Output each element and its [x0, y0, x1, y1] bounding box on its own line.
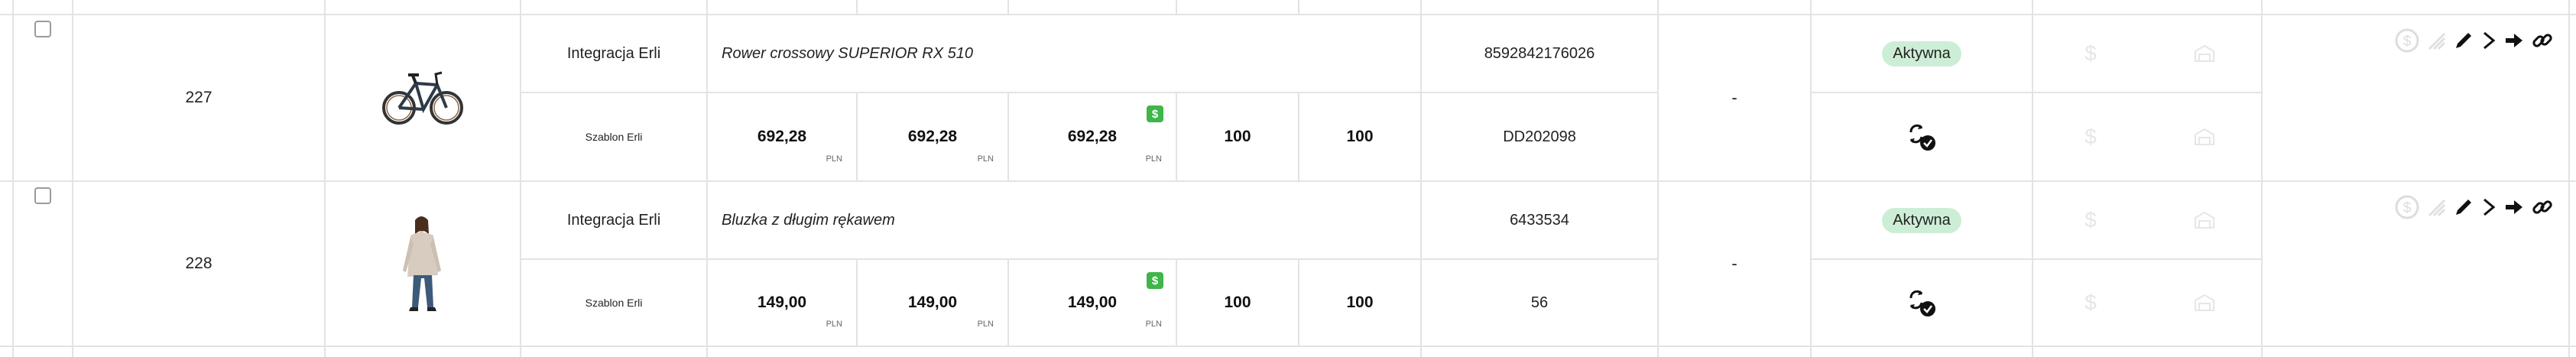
- offers-table: 227 Integracja Erli Rower crossowy SUPER…: [0, 0, 2576, 357]
- row-divider: [0, 346, 2576, 347]
- product-sku: 56: [1530, 294, 1549, 311]
- dollar-icon: $: [2084, 125, 2097, 148]
- warehouse-icon: [2148, 15, 2261, 92]
- price-value: 692,28: [757, 128, 807, 145]
- price-value: 149,00: [907, 294, 958, 311]
- product-id: 227: [185, 89, 213, 106]
- select-checkbox[interactable]: [34, 21, 51, 37]
- product-ean: 8592842176026: [1484, 44, 1595, 62]
- signal-icon[interactable]: [2428, 197, 2446, 217]
- price-cell: 149,00 PLN: [858, 260, 1007, 346]
- product-id: 228: [185, 255, 213, 272]
- arrow-right-icon[interactable]: [2504, 31, 2524, 50]
- price-cell: $ 149,00 PLN: [1009, 260, 1176, 346]
- quantity-value: 100: [1346, 128, 1374, 145]
- signal-icon[interactable]: [2428, 31, 2446, 50]
- currency-label: PLN: [1145, 154, 1162, 164]
- select-checkbox-cell: [14, 15, 72, 43]
- product-image: [326, 15, 520, 180]
- col-divider: [1176, 0, 1177, 14]
- link-icon[interactable]: [2532, 30, 2553, 51]
- product-ean: 6433534: [1510, 211, 1569, 229]
- price-value: 692,28: [907, 128, 958, 145]
- price-cell: 149,00 PLN: [708, 260, 856, 346]
- dollar-icon: $: [2084, 41, 2097, 65]
- integration-name: Integracja Erli: [566, 211, 661, 229]
- col-divider: [2568, 0, 2570, 357]
- price-cell: 692,28 PLN: [708, 93, 856, 180]
- chevron-right-icon[interactable]: [2481, 197, 2497, 217]
- empty-value: -: [1731, 254, 1737, 273]
- quantity-value: 100: [1224, 128, 1251, 145]
- currency-label: PLN: [826, 154, 842, 164]
- price-cell: $ 692,28 PLN: [1009, 93, 1176, 180]
- svg-text:$: $: [2403, 200, 2412, 216]
- status-badge: Aktywna: [1882, 207, 1961, 233]
- edit-icon[interactable]: [2454, 31, 2474, 50]
- arrow-right-icon[interactable]: [2504, 198, 2524, 216]
- dollar-icon: $: [2084, 290, 2097, 314]
- row-actions: $: [2394, 28, 2553, 54]
- chevron-right-icon[interactable]: [2481, 31, 2497, 50]
- status-cell: Aktywna: [1812, 15, 2032, 92]
- warehouse-icon: [2148, 182, 2261, 258]
- bicycle-image: [382, 71, 463, 125]
- dollar-circle-icon[interactable]: $: [2394, 28, 2420, 54]
- price-value: 149,00: [757, 294, 807, 311]
- integration-name: Integracja Erli: [566, 44, 661, 62]
- dollar-badge-icon[interactable]: $: [1147, 105, 1163, 122]
- warehouse-icon: [2148, 93, 2261, 180]
- link-icon[interactable]: [2532, 196, 2553, 218]
- sync-status: [1812, 93, 2032, 180]
- sync-check-icon[interactable]: [1906, 287, 1937, 318]
- select-checkbox-cell: [14, 182, 72, 209]
- sync-check-icon[interactable]: [1906, 122, 1937, 152]
- product-name: Rower crossowy SUPERIOR RX 510: [722, 44, 973, 62]
- product-image: [326, 182, 520, 346]
- col-divider: [1007, 0, 1009, 14]
- svg-text:$: $: [2403, 34, 2412, 50]
- col-divider: [856, 0, 858, 14]
- quantity-value: 100: [1224, 294, 1251, 311]
- woman-in-blouse-image: [403, 216, 441, 311]
- product-name: Bluzka z długim rękawem: [722, 211, 895, 229]
- status-cell: Aktywna: [1812, 182, 2032, 258]
- currency-label: PLN: [977, 320, 994, 329]
- dollar-icon: $: [2084, 208, 2097, 232]
- quantity-value: 100: [1346, 294, 1374, 311]
- currency-label: PLN: [977, 154, 994, 164]
- sync-status: [1812, 260, 2032, 346]
- select-checkbox[interactable]: [34, 187, 51, 204]
- dollar-circle-icon[interactable]: $: [2394, 194, 2420, 220]
- col-divider: [2261, 0, 2263, 357]
- price-value: 149,00: [1067, 294, 1118, 311]
- product-sku: DD202098: [1503, 128, 1576, 145]
- currency-label: PLN: [1145, 320, 1162, 329]
- empty-value: -: [1731, 88, 1737, 107]
- currency-label: PLN: [826, 320, 842, 329]
- col-divider: [1298, 0, 1299, 14]
- dollar-badge-icon[interactable]: $: [1147, 272, 1163, 289]
- price-value: 692,28: [1067, 128, 1118, 145]
- row-actions: $: [2394, 194, 2553, 220]
- edit-icon[interactable]: [2454, 197, 2474, 217]
- col-divider: [12, 0, 14, 357]
- template-name: Szablon Erli: [585, 297, 643, 309]
- warehouse-icon: [2148, 260, 2261, 346]
- price-cell: 692,28 PLN: [858, 93, 1007, 180]
- template-name: Szablon Erli: [585, 131, 643, 143]
- status-badge: Aktywna: [1882, 41, 1961, 67]
